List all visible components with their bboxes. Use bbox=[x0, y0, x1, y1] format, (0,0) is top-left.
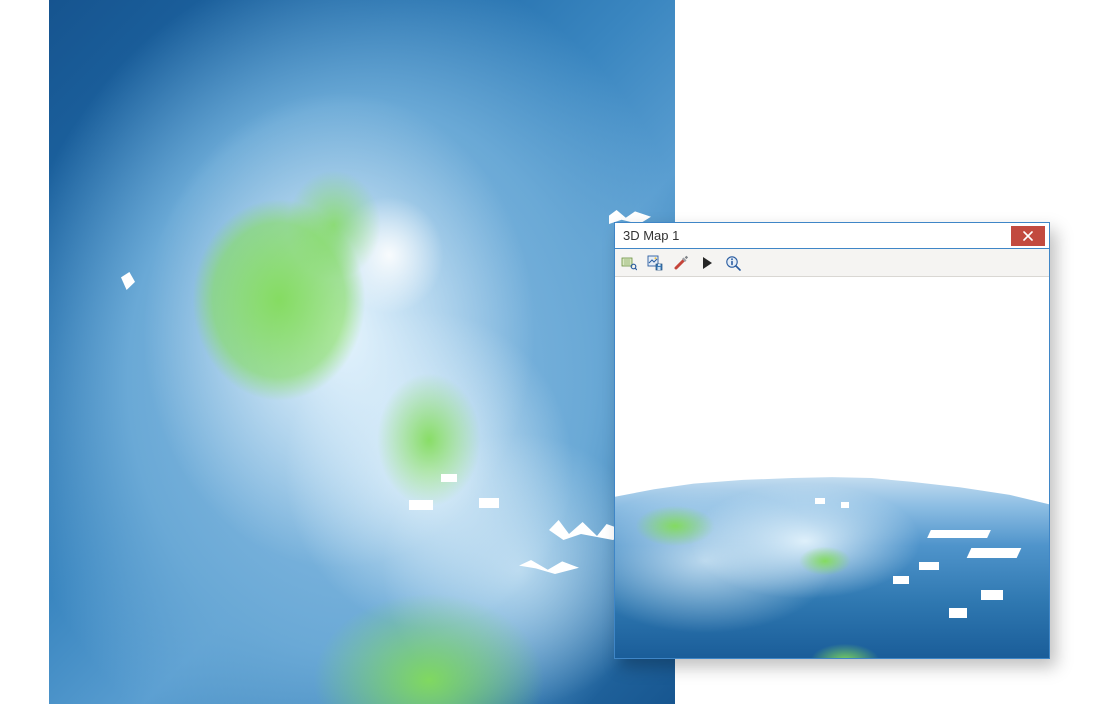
nodata-speck bbox=[121, 272, 135, 290]
save-view-icon bbox=[647, 255, 663, 271]
nodata-speck bbox=[479, 498, 499, 508]
nodata-speck bbox=[981, 590, 1003, 600]
play-button[interactable] bbox=[697, 253, 717, 273]
pan-button[interactable] bbox=[619, 253, 639, 273]
nodata-speck bbox=[519, 560, 579, 574]
settings-icon bbox=[673, 255, 689, 271]
nodata-speck bbox=[841, 502, 849, 508]
terrain-ground bbox=[615, 471, 1049, 658]
nodata-speck bbox=[893, 576, 909, 584]
play-icon bbox=[699, 255, 715, 271]
nodata-speck bbox=[409, 500, 433, 510]
window-titlebar[interactable]: 3D Map 1 bbox=[615, 223, 1049, 249]
close-button[interactable] bbox=[1011, 226, 1045, 246]
nodata-speck bbox=[949, 608, 967, 618]
terrain-3d-surface bbox=[615, 429, 1049, 658]
pan-icon bbox=[621, 255, 637, 271]
window-toolbar bbox=[615, 249, 1049, 277]
app-canvas: 3D Map 1 bbox=[0, 0, 1114, 704]
nodata-speck bbox=[919, 562, 939, 570]
3d-map-window: 3D Map 1 bbox=[614, 222, 1050, 659]
identify-button[interactable] bbox=[723, 253, 743, 273]
nodata-speck bbox=[927, 530, 991, 538]
settings-button[interactable] bbox=[671, 253, 691, 273]
3d-viewport[interactable] bbox=[615, 277, 1049, 658]
nodata-speck bbox=[441, 474, 457, 482]
save-view-button[interactable] bbox=[645, 253, 665, 273]
window-title: 3D Map 1 bbox=[623, 223, 1011, 249]
nodata-speck bbox=[815, 498, 825, 504]
terrain-2d-map[interactable] bbox=[49, 0, 675, 704]
identify-icon bbox=[725, 255, 741, 271]
nodata-speck bbox=[967, 548, 1022, 558]
close-icon bbox=[1023, 231, 1033, 241]
